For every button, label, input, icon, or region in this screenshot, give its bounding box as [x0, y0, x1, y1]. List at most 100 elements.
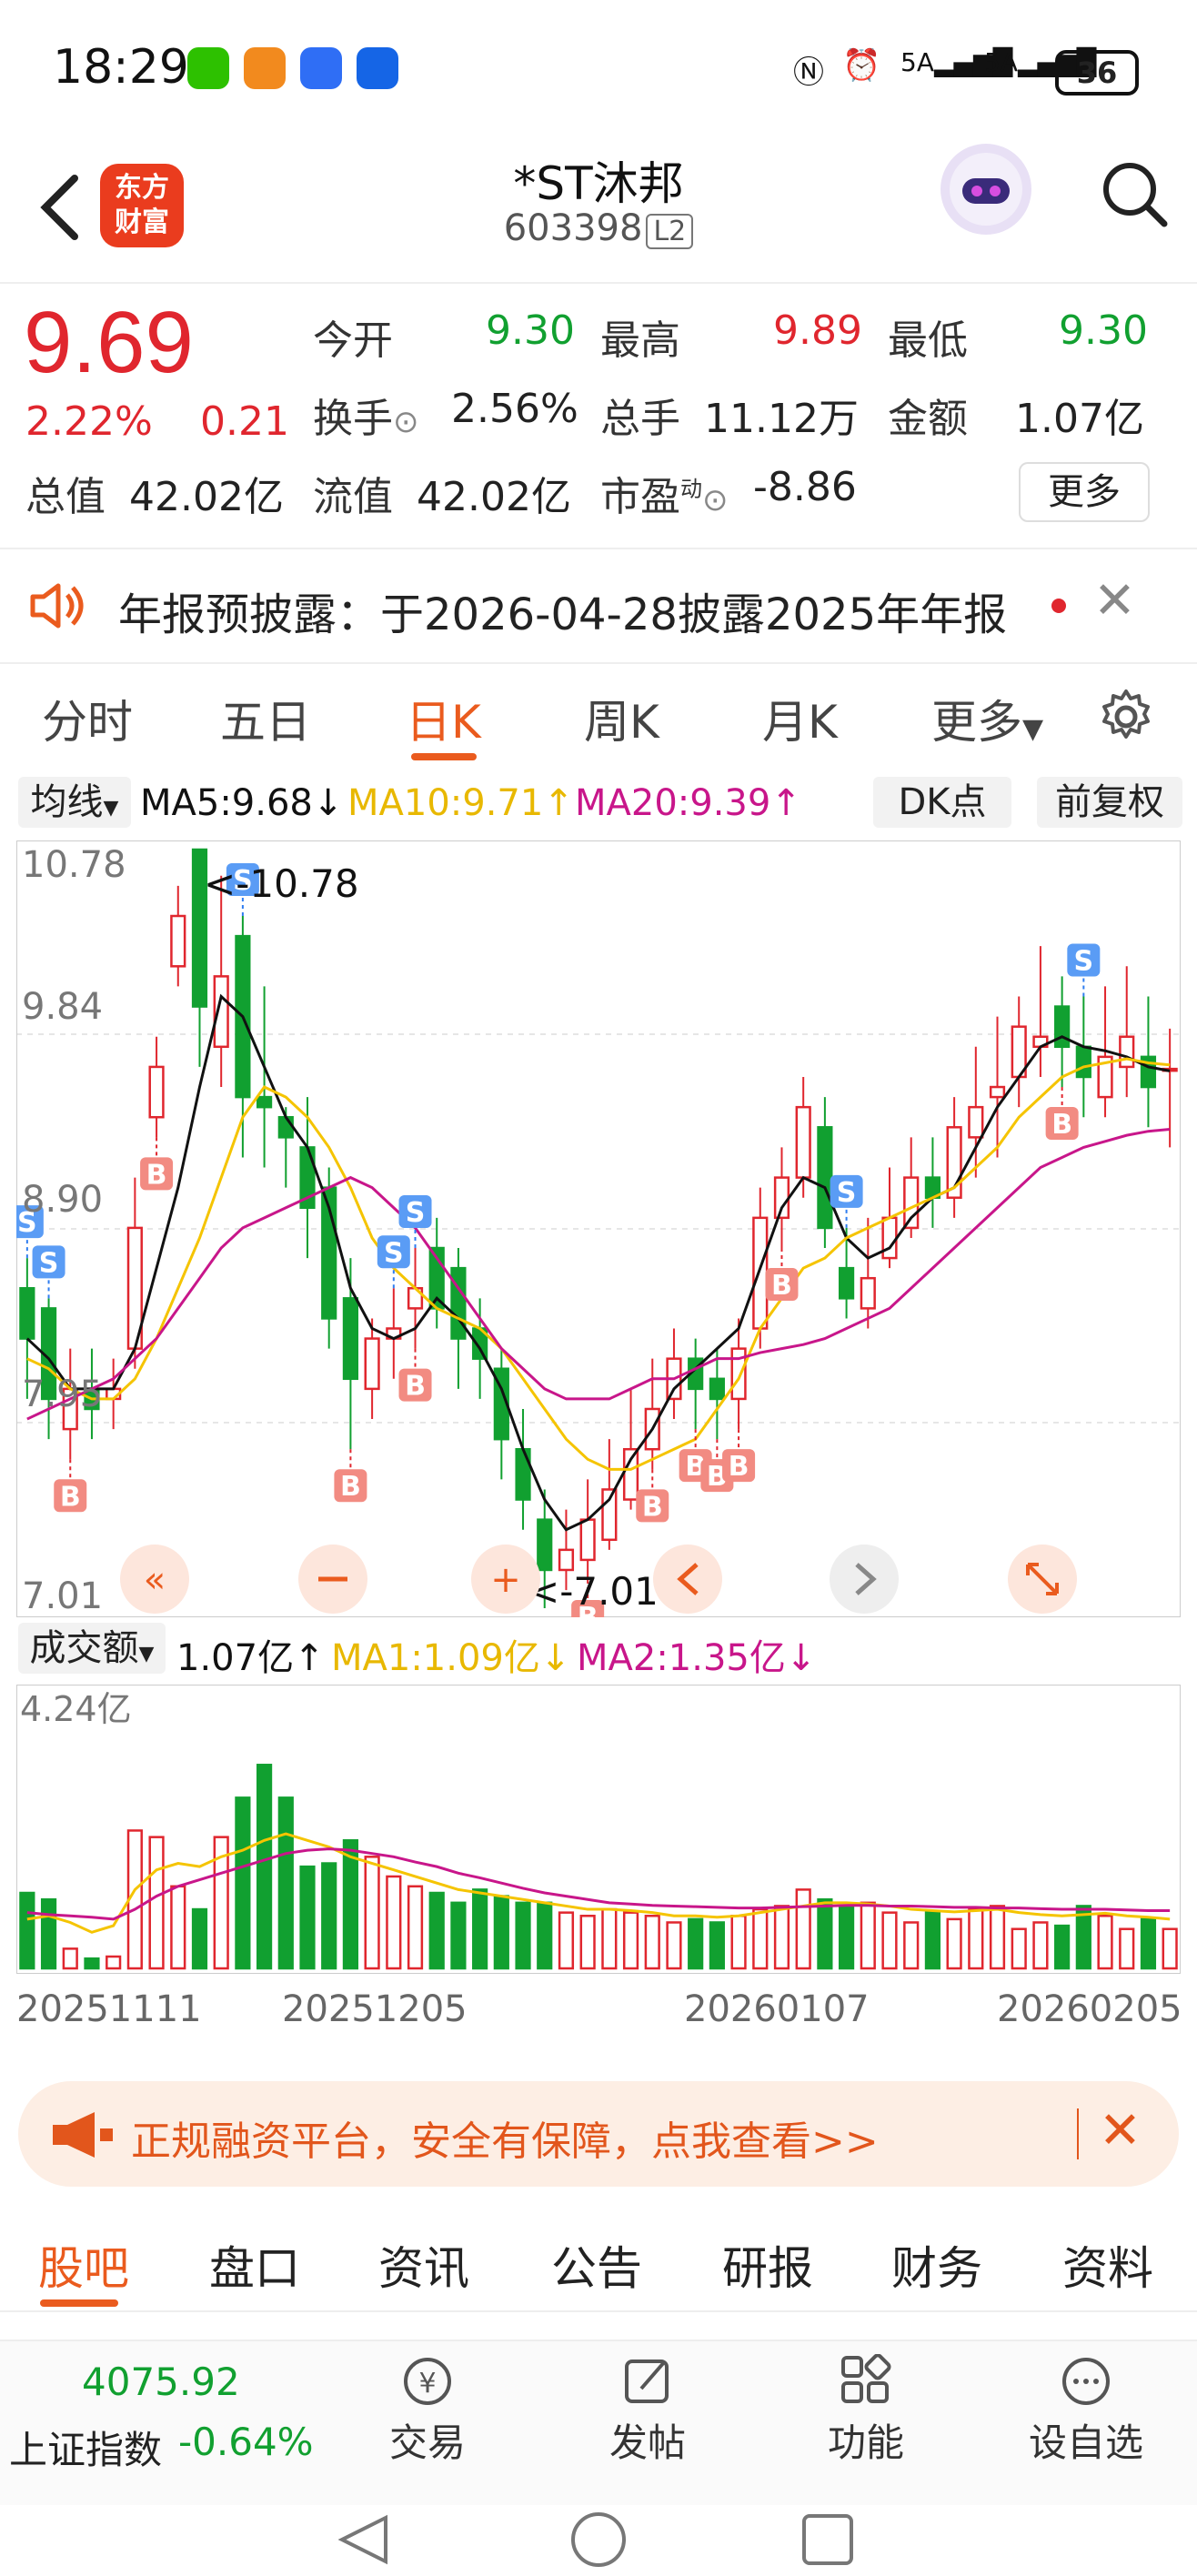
- grid-apps-icon: [841, 2354, 891, 2403]
- volume-bar: [622, 1911, 639, 1970]
- tab-weekly-k[interactable]: 周K: [584, 686, 659, 751]
- tab-order-book[interactable]: 盘口: [209, 2232, 300, 2298]
- low-value: 9.30: [1059, 307, 1148, 354]
- volume-bar: [40, 1897, 57, 1970]
- battery-icon: 36: [1055, 50, 1139, 96]
- volume-bar: [860, 1901, 876, 1970]
- stock-code: 603398 L2: [371, 207, 826, 249]
- volume-legend-row: 成交额▼ 1.07亿↑ MA1:1.09亿↓ MA2:1.35亿↓: [0, 1621, 1197, 1681]
- volume-bar: [386, 1875, 402, 1970]
- volume-bar: [235, 1796, 251, 1970]
- ma-selector[interactable]: 均线▼: [18, 777, 131, 828]
- financing-ad-banner[interactable]: 正规融资平台，安全有保障，点我查看>> ✕: [18, 2081, 1179, 2187]
- svg-text:B: B: [340, 1471, 361, 1503]
- tab-forum[interactable]: 股吧: [38, 2232, 129, 2298]
- divider: [1077, 2108, 1079, 2159]
- nav-add-watchlist[interactable]: 设自选: [1013, 2354, 1159, 2468]
- volume-bar: [1097, 1915, 1113, 1970]
- security-app-icon: [300, 47, 342, 89]
- x-tick-label: 20251111: [16, 1988, 202, 2030]
- candlestick-chart[interactable]: SSBBSBSSBBBBBBBSBS 10.78 9.84 8.90 7.95 …: [16, 840, 1181, 1617]
- indicator-selector[interactable]: 成交额▼: [18, 1623, 166, 1674]
- volume-bar: [256, 1764, 273, 1970]
- app-logo: 东方 财富: [100, 164, 184, 247]
- speaker-icon: [30, 583, 84, 629]
- nfc-icon: Ⓝ: [793, 55, 824, 91]
- volume-bar: [62, 1947, 78, 1970]
- tab-announcements[interactable]: 公告: [551, 2232, 642, 2298]
- x-axis-dates: 20251111 20251205 20260107 20260205: [0, 1983, 1197, 2056]
- volume-bar: [1119, 1927, 1135, 1970]
- volume-bar: [817, 1897, 833, 1970]
- svg-text:B: B: [729, 1451, 749, 1483]
- system-back-icon[interactable]: [337, 2514, 387, 2565]
- nav-trade[interactable]: ¥ 交易: [355, 2354, 500, 2468]
- change-amount: 0.21: [200, 398, 289, 445]
- prev-button[interactable]: [653, 1545, 722, 1614]
- nav-functions[interactable]: 功能: [793, 2354, 939, 2468]
- float-cap-label: 流值: [313, 474, 393, 520]
- content-tabs: 股吧 盘口 资讯 公告 研报 财务 资料: [0, 2201, 1197, 2312]
- fullscreen-button[interactable]: [1008, 1545, 1077, 1614]
- search-icon[interactable]: [1099, 158, 1170, 229]
- tab-intraday[interactable]: 分时: [42, 686, 133, 751]
- tab-research[interactable]: 研报: [722, 2232, 813, 2298]
- system-home-icon[interactable]: [571, 2512, 626, 2567]
- svg-text:B: B: [405, 1371, 426, 1403]
- index-value[interactable]: 4075.92: [82, 2360, 240, 2404]
- adjust-button[interactable]: 前复权: [1037, 777, 1182, 828]
- tab-five-day[interactable]: 五日: [220, 686, 311, 751]
- index-name[interactable]: 上证指数: [9, 2420, 162, 2475]
- tab-finance[interactable]: 财务: [891, 2232, 982, 2298]
- assistant-robot-icon[interactable]: [940, 144, 1031, 235]
- megaphone-icon: [53, 2112, 113, 2158]
- y-tick-label: 9.84: [22, 986, 103, 1028]
- volume-bar: [1011, 1927, 1027, 1970]
- index-change[interactable]: -0.64%: [178, 2420, 314, 2464]
- notice-bar[interactable]: 年报预披露：于2026-04-28披露2025年年报 ✕: [0, 549, 1197, 664]
- x-tick-label: 20260205: [997, 1988, 1182, 2030]
- system-nav-bar: [337, 2512, 853, 2567]
- active-tab-indicator: [40, 2299, 118, 2307]
- tab-monthly-k[interactable]: 月K: [762, 686, 838, 751]
- svg-text:B: B: [60, 1481, 81, 1513]
- next-button[interactable]: [830, 1545, 899, 1614]
- dk-point-button[interactable]: DK点: [873, 777, 1011, 828]
- volume-bar: [881, 1911, 898, 1970]
- turnover-label: 换手⊙: [313, 396, 419, 442]
- back-icon[interactable]: [33, 171, 87, 244]
- nav-post[interactable]: 发帖: [575, 2354, 720, 2468]
- volume-bar: [191, 1907, 208, 1970]
- volume-chart[interactable]: 4.24亿: [16, 1685, 1181, 1974]
- open-value: 9.30: [486, 307, 575, 354]
- zoom-in-button[interactable]: +: [471, 1545, 540, 1614]
- tab-more[interactable]: 更多▼: [931, 686, 1043, 751]
- wechat-icon: [187, 47, 229, 89]
- tab-daily-k[interactable]: 日K: [406, 686, 481, 751]
- tab-profile[interactable]: 资料: [1062, 2232, 1153, 2298]
- clock: 18:29: [53, 40, 189, 95]
- volume-bar: [106, 1955, 122, 1970]
- gear-icon[interactable]: [1097, 688, 1155, 746]
- volume-bar: [148, 1836, 165, 1970]
- nav-post-label: 发帖: [609, 2420, 686, 2465]
- open-label: 今开: [313, 317, 393, 364]
- double-left-icon: «: [144, 1559, 166, 1601]
- volume-label: 总手: [600, 396, 680, 442]
- close-icon[interactable]: ✕: [1099, 2101, 1142, 2160]
- volume-bar: [277, 1796, 294, 1970]
- active-tab-indicator: [411, 753, 477, 760]
- nav-trade-label: 交易: [388, 2420, 466, 2465]
- close-icon[interactable]: ✕: [1093, 571, 1136, 630]
- caret-down-icon: ▼: [138, 1643, 155, 1665]
- zoom-out-button[interactable]: [298, 1545, 367, 1614]
- high-label: 最高: [600, 317, 680, 364]
- nav-functions-label: 功能: [827, 2420, 904, 2465]
- system-recents-icon[interactable]: [802, 2514, 853, 2565]
- tab-news[interactable]: 资讯: [378, 2232, 469, 2298]
- turnover-value: 2.56%: [451, 386, 578, 432]
- rewind-button[interactable]: «: [120, 1545, 189, 1614]
- more-quote-button[interactable]: 更多: [1019, 462, 1150, 522]
- svg-text:S: S: [1074, 945, 1094, 977]
- volume-bar: [537, 1901, 553, 1970]
